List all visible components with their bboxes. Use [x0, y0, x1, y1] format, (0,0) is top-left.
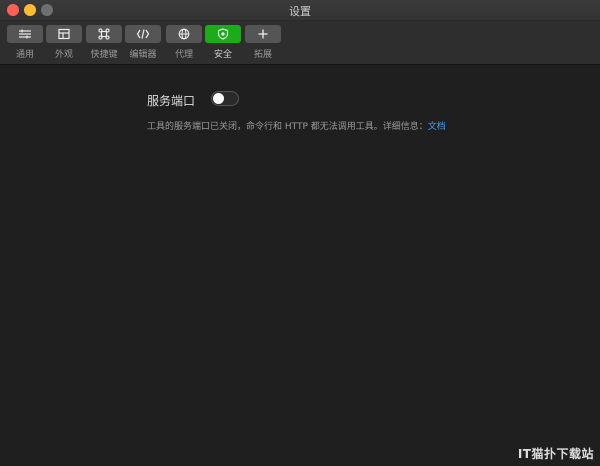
docs-link[interactable]: 文档 — [428, 122, 446, 132]
tab-editor-button[interactable] — [125, 25, 161, 43]
tab-extensions-button[interactable] — [245, 25, 281, 43]
watermark-logo: IT猫扑下载站 — [517, 447, 594, 461]
command-icon — [98, 28, 110, 40]
tab-general[interactable]: 通用 — [7, 25, 43, 61]
globe-icon — [178, 28, 190, 40]
code-icon — [136, 29, 150, 39]
tab-shortcuts-label: 快捷键 — [90, 50, 118, 60]
tab-security-button[interactable] — [205, 25, 241, 43]
settings-window: 设置 通用 外观 快捷键 编辑器 代理 安全 拓展 服务端口 工具的服务端口已关… — [0, 0, 600, 466]
tab-appearance-button[interactable] — [46, 25, 82, 43]
settings-toolbar: 通用 外观 快捷键 编辑器 代理 安全 拓展 — [0, 21, 600, 65]
shield-icon — [217, 28, 229, 40]
tab-general-label: 通用 — [15, 50, 34, 60]
tab-proxy-label: 代理 — [174, 50, 193, 60]
tab-proxy[interactable]: 代理 — [166, 25, 202, 61]
title-bar: 设置 — [0, 0, 600, 21]
tab-shortcuts-button[interactable] — [86, 25, 122, 43]
service-port-label: 服务端口 — [147, 94, 196, 108]
window-title: 设置 — [289, 5, 311, 18]
security-panel: 服务端口 工具的服务端口已关闭，命令行和 HTTP 都无法调用工具。详细信息：文… — [0, 65, 600, 466]
tab-editor[interactable]: 编辑器 — [125, 25, 161, 61]
sliders-icon — [19, 29, 31, 39]
tab-security[interactable]: 安全 — [205, 25, 241, 61]
tab-general-button[interactable] — [7, 25, 43, 43]
plus-icon — [258, 29, 268, 39]
tab-shortcuts[interactable]: 快捷键 — [86, 25, 122, 61]
tab-extensions-label: 拓展 — [253, 50, 272, 60]
tab-security-label: 安全 — [213, 50, 232, 60]
tab-appearance-label: 外观 — [54, 50, 73, 60]
service-port-description: 工具的服务端口已关闭，命令行和 HTTP 都无法调用工具。详细信息：文档 — [147, 119, 446, 132]
service-port-toggle[interactable] — [211, 91, 239, 106]
tab-appearance[interactable]: 外观 — [46, 25, 82, 61]
tab-proxy-button[interactable] — [166, 25, 202, 43]
service-port-description-text: 工具的服务端口已关闭，命令行和 HTTP 都无法调用工具。详细信息： — [147, 122, 428, 132]
layout-icon — [58, 28, 70, 40]
toggle-knob[interactable] — [213, 93, 224, 104]
tab-extensions[interactable]: 拓展 — [245, 25, 281, 61]
tab-editor-label: 编辑器 — [129, 50, 157, 60]
